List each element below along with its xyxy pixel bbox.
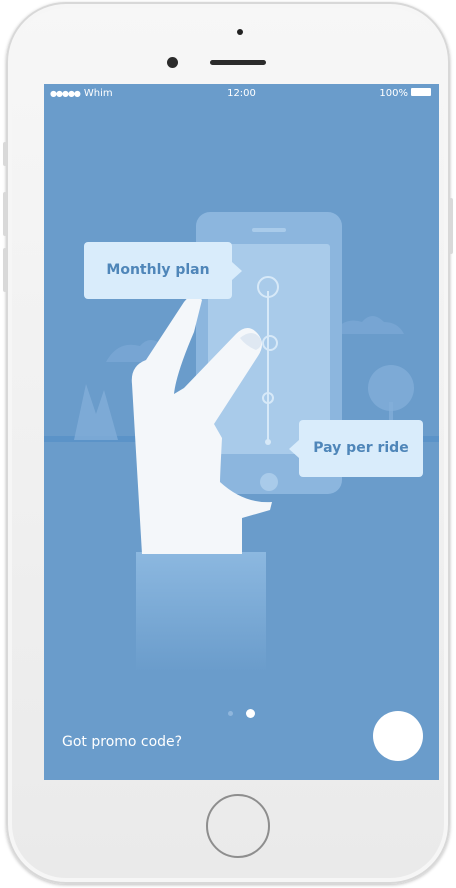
page-dot-2[interactable] <box>246 709 255 718</box>
battery-icon <box>411 88 431 96</box>
power-button <box>449 198 453 254</box>
silent-switch <box>3 142 7 166</box>
tree-shape-left <box>74 384 118 440</box>
page-dot-1[interactable] <box>228 711 233 716</box>
phone-frame: Monthly plan Pay per ride ●●●●● Whim 12:0… <box>3 2 453 884</box>
pay-per-ride-bubble: Pay per ride <box>289 420 423 477</box>
app-screen: Monthly plan Pay per ride ●●●●● Whim 12:0… <box>44 84 439 780</box>
battery-percentage: 100% <box>379 88 408 99</box>
sleeve <box>136 552 266 672</box>
home-button[interactable] <box>206 794 270 858</box>
status-bar: ●●●●● Whim 12:00 100% <box>44 84 439 104</box>
earpiece-speaker <box>210 60 266 65</box>
plan-slider-node-bottom <box>265 439 271 445</box>
volume-down-button <box>3 248 7 292</box>
volume-up-button <box>3 192 7 236</box>
battery-status: 100% <box>379 84 431 104</box>
illustrated-phone-speaker <box>252 228 286 232</box>
next-button[interactable] <box>373 711 423 761</box>
proximity-sensor <box>237 29 243 35</box>
monthly-plan-bubble: Monthly plan <box>84 242 242 299</box>
illustrated-phone-home-button <box>260 473 278 491</box>
cloud-right <box>332 316 404 334</box>
promo-code-link[interactable]: Got promo code? <box>62 732 182 752</box>
front-camera <box>167 57 178 68</box>
